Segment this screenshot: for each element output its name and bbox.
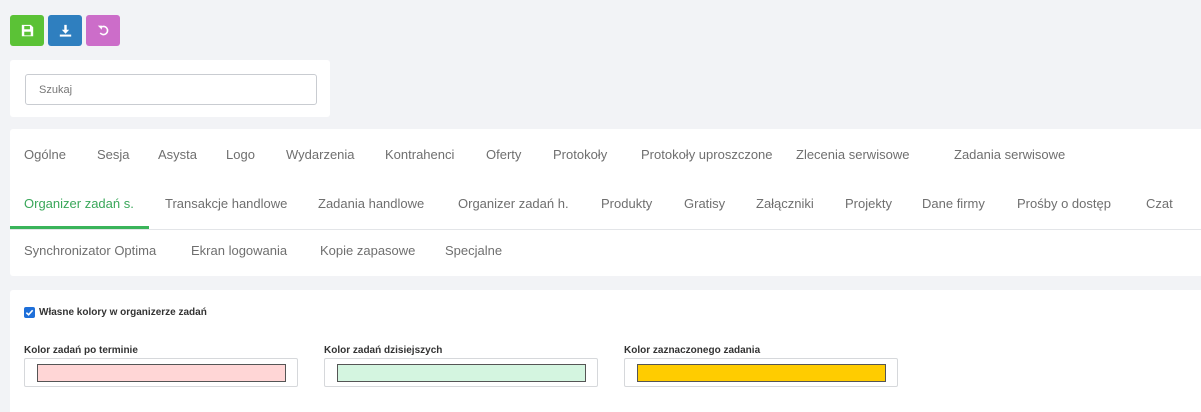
tab-czat[interactable]: Czat [1146,196,1173,211]
download-button[interactable] [48,15,82,46]
tab-ekran-logowania[interactable]: Ekran logowania [191,243,287,258]
tab-dane-firmy[interactable]: Dane firmy [922,196,985,211]
settings-card: Własne kolory w organizerze zadań Kolor … [10,290,1201,412]
custom-colors-checkbox[interactable] [24,307,35,318]
search-input[interactable] [25,74,317,105]
tab-produkty[interactable]: Produkty [601,196,652,211]
tab-organizer-zadan-h[interactable]: Organizer zadań h. [458,196,569,211]
today-color-label: Kolor zadań dzisiejszych [324,345,443,356]
tab-kopie-zapasowe[interactable]: Kopie zapasowe [320,243,415,258]
tab-asysta[interactable]: Asysta [158,147,197,162]
save-icon [21,24,33,37]
tab-logo[interactable]: Logo [226,147,255,162]
tab-projekty[interactable]: Projekty [845,196,892,211]
tab-zalaczniki[interactable]: Załączniki [756,196,814,211]
custom-colors-label: Własne kolory w organizerze zadań [39,307,207,318]
save-button[interactable] [10,15,44,46]
selected-color-label: Kolor zaznaczonego zadania [624,345,761,356]
tab-synchronizator-optima[interactable]: Synchronizator Optima [24,243,156,258]
today-color-picker[interactable] [324,358,598,387]
tab-kontrahenci[interactable]: Kontrahenci [385,147,454,162]
tab-zadania-serwisowe[interactable]: Zadania serwisowe [954,147,1065,162]
overdue-color-label: Kolor zadań po terminie [24,345,138,356]
tab-zadania-handlowe[interactable]: Zadania handlowe [318,196,424,211]
tab-prosby-o-dostep[interactable]: Prośby o dostęp [1017,196,1111,211]
selected-color-swatch [637,364,886,382]
overdue-color-field: Kolor zadań po terminie [24,340,298,387]
tab-oferty[interactable]: Oferty [486,147,521,162]
overdue-color-swatch [37,364,286,382]
tab-wydarzenia[interactable]: Wydarzenia [286,147,355,162]
today-color-field: Kolor zadań dzisiejszych [324,340,598,387]
undo-button[interactable] [86,15,120,46]
overdue-color-picker[interactable] [24,358,298,387]
selected-color-field: Kolor zaznaczonego zadania [624,340,898,387]
checkmark-icon [25,309,34,316]
tab-protokoly[interactable]: Protokoły [553,147,607,162]
tab-protokoly-uproszczone[interactable]: Protokoły uproszczone [641,147,773,162]
undo-icon [97,25,108,36]
tab-divider [10,229,1201,230]
download-icon [59,24,71,37]
tab-zlecenia-serwisowe[interactable]: Zlecenia serwisowe [796,147,909,162]
tabs-card: Ogólne Sesja Asysta Logo Wydarzenia Kont… [10,129,1201,276]
tab-gratisy[interactable]: Gratisy [684,196,725,211]
tab-transakcje-handlowe[interactable]: Transakcje handlowe [165,196,287,211]
tab-sesja[interactable]: Sesja [97,147,130,162]
selected-color-picker[interactable] [624,358,898,387]
custom-colors-option: Własne kolory w organizerze zadań [24,307,207,318]
tab-specjalne[interactable]: Specjalne [445,243,502,258]
tab-ogolne[interactable]: Ogólne [24,147,66,162]
search-card [10,60,330,117]
toolbar [10,15,120,46]
today-color-swatch [337,364,586,382]
tab-organizer-zadan-s[interactable]: Organizer zadań s. [24,196,134,211]
